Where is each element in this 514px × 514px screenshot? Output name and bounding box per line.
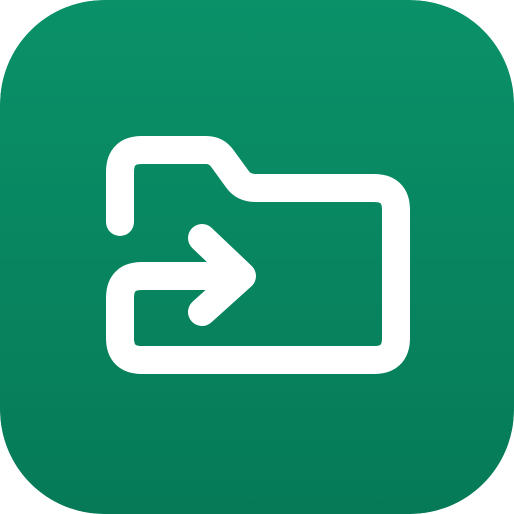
app-icon[interactable] [0,0,514,514]
folder-move-icon [0,0,514,514]
icon-background [0,0,514,514]
